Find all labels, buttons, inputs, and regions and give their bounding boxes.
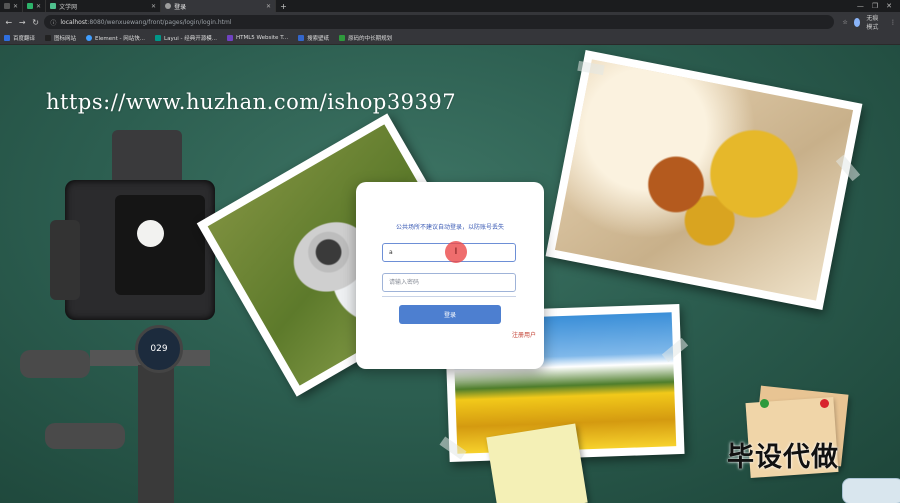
field-divider [382,296,516,297]
new-tab-button[interactable]: + [276,0,291,12]
password-input[interactable] [382,273,516,292]
close-window-icon[interactable]: ✕ [886,2,892,10]
translate-icon [4,35,10,41]
url-path: :8080/wenxuewang/front/pages/login/login… [87,18,232,26]
back-arrow-icon[interactable]: ← [4,18,13,27]
browser-toolbar: ← → ↻ ⓘ localhost:8080/wenxuewang/front/… [0,12,900,32]
promo-text: 毕设代做 [727,442,839,473]
bookmark-html5-template[interactable]: HTML5 Website T... [226,35,288,41]
menu-kebab-icon[interactable]: ⋮ [890,19,896,26]
tab-close-icon[interactable]: ✕ [266,3,271,10]
element-logo-icon [86,35,93,41]
bookmarks-bar: 百度翻译 图标网站 Element - 网站快... Layui - 经典开源模… [0,32,900,45]
bookmark-icon-site[interactable]: 图标网站 [45,34,76,42]
login-tip: 公共场所不建议自动登录，以防账号丢失 [395,224,504,231]
corner-widget[interactable] [842,478,900,503]
tab-favicon-icon [4,3,10,9]
login-page-background: 029 https://www.huzhan.com/ishop39397 毕设… [0,45,900,503]
camera-tripod-image: 029 [20,125,230,503]
tab-title: 登录 [174,3,187,11]
tripod-handle-lower [45,423,125,449]
bookmark-star-icon[interactable]: ☆ [842,19,847,26]
login-button[interactable]: 登录 [399,305,501,324]
plan-icon [339,35,346,41]
green-pin-icon [760,399,769,408]
register-link[interactable]: 注册用户 [512,330,536,339]
browser-tab-login[interactable]: 登录 ✕ [161,0,277,12]
info-icon[interactable]: ⓘ [50,18,56,27]
tab-favicon-icon [27,3,34,9]
layui-logo-icon [155,35,162,41]
browser-tab-2[interactable]: ✕ [23,0,47,12]
profile-label[interactable]: 无痕模式 [866,13,884,31]
url-host: localhost [60,18,88,26]
camera-handle [50,220,80,300]
browser-tab-wenxuewang[interactable]: 文学网 ✕ [46,0,162,12]
tab-close-icon[interactable]: ✕ [13,3,18,10]
toolbar-right: ☆ 无痕模式 ⋮ [842,13,896,31]
browser-tab-bar: ✕ ✕ 文学网 ✕ 登录 ✕ + — ❐ ✕ [0,0,900,12]
vue-favicon-icon [50,3,57,9]
incognito-avatar-icon[interactable] [853,17,861,27]
login-card: 公共场所不建议自动登录，以防账号丢失 I 登录 注册用户 [356,182,544,369]
tab-title: 文学网 [59,3,78,11]
bookmark-wallpaper[interactable]: 搜索壁纸 [298,34,329,42]
flag-icon [45,35,52,41]
restore-icon[interactable]: ❐ [872,2,878,10]
tab-close-icon[interactable]: ✕ [151,3,156,10]
window-controls: — ❐ ✕ [857,0,900,12]
bookmark-baidu-translate[interactable]: 百度翻译 [4,34,35,42]
camera-viewfinder [112,130,182,185]
bookmark-layui[interactable]: Layui - 经典开源模... [155,34,217,42]
address-bar[interactable]: ⓘ localhost:8080/wenxuewang/front/pages/… [44,15,835,29]
tripod-column [138,365,174,503]
camera-white-disc [137,220,164,247]
reload-icon[interactable]: ↻ [31,18,40,27]
wallpaper-icon [298,35,305,41]
globe-favicon-icon [165,3,172,9]
forward-arrow-icon[interactable]: → [17,18,26,27]
bookmark-element[interactable]: Element - 网站快... [86,34,145,42]
watermark-url: https://www.huzhan.com/ishop39397 [46,90,457,114]
camera-dial: 029 [135,325,183,373]
camera-lens [115,195,205,295]
tripod-handle-upper [20,350,90,378]
photo-autumn-leaves [545,50,863,310]
sticky-note [486,423,588,503]
html5-logo-icon [226,35,233,41]
red-pin-icon [820,399,829,408]
tab-close-icon[interactable]: ✕ [36,3,41,10]
username-input[interactable] [382,243,516,262]
minimize-icon[interactable]: — [857,2,864,10]
browser-tab-1[interactable]: ✕ [0,0,24,12]
bookmark-plan[interactable]: 原码的中长期规划 [339,34,392,42]
